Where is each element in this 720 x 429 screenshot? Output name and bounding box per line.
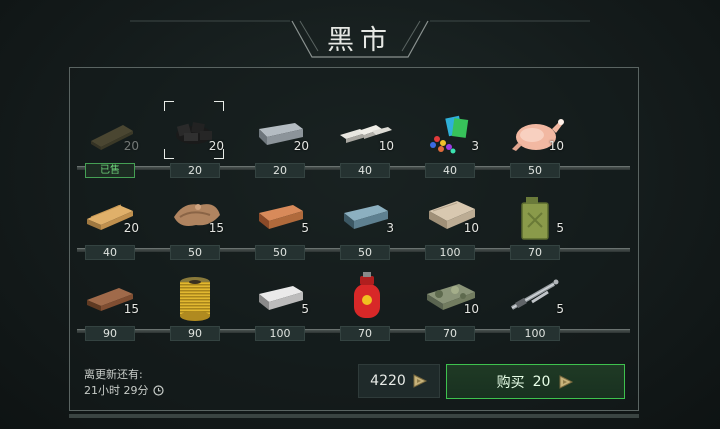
refresh-time: 21小时 29分 [84, 384, 149, 397]
refresh-timer: 21小时 29分 [84, 382, 164, 398]
item-quantity: 15 [208, 221, 224, 235]
shop-item-wooden-plank[interactable]: 20 已售 [71, 105, 149, 181]
buy-price: 20 [532, 373, 551, 390]
shop-item-camo-cloth[interactable]: 10 70 [411, 268, 489, 344]
coin-icon [413, 374, 427, 388]
item-quantity: 3 [471, 139, 479, 153]
shop-item-copper-ingot[interactable]: 5 50 [241, 187, 319, 263]
item-quantity: 10 [463, 221, 479, 235]
clock-icon [152, 384, 164, 396]
item-price: 90 [85, 326, 135, 341]
shop-item-gun-parts[interactable]: 5 100 [496, 268, 574, 344]
shop-item-fabric[interactable]: 10 100 [411, 187, 489, 263]
coin-icon [559, 374, 574, 389]
shop-item-silver-bars[interactable]: 10 40 [326, 105, 404, 181]
item-price: 20 [255, 163, 305, 178]
item-quantity: 10 [548, 139, 564, 153]
shop-item-oil-filter[interactable]: 90 [156, 268, 234, 344]
item-quantity: 5 [556, 221, 564, 235]
item-price: 100 [425, 245, 475, 260]
item-quantity: 10 [378, 139, 394, 153]
item-price: 20 [170, 163, 220, 178]
shop-item-coal[interactable]: 20 20 [156, 101, 234, 181]
item-quantity: 10 [463, 302, 479, 316]
refresh-label: 离更新还有: [84, 368, 143, 381]
bottom-rule [69, 414, 639, 418]
item-quantity: 5 [301, 302, 309, 316]
balance-display: 4220 [358, 364, 440, 398]
item-price: 50 [510, 163, 560, 178]
gas-cylinder-icon [354, 272, 380, 318]
item-quantity: 15 [123, 302, 139, 316]
item-quantity: 3 [386, 221, 394, 235]
shop-item-chicken[interactable]: 10 50 [496, 105, 574, 181]
item-price: 70 [425, 326, 475, 341]
shop-item-boards[interactable]: 20 40 [71, 187, 149, 263]
item-quantity: 20 [123, 221, 139, 235]
item-price: 100 [255, 326, 305, 341]
item-price: 40 [85, 245, 135, 260]
item-quantity: 20 [123, 139, 139, 153]
shop-item-iron-ingot[interactable]: 20 20 [241, 105, 319, 181]
item-price: 50 [170, 245, 220, 260]
shop-item-plank-brown[interactable]: 15 90 [71, 268, 149, 344]
item-price: 100 [510, 326, 560, 341]
item-price: 50 [255, 245, 305, 260]
buy-button[interactable]: 购买 20 [446, 364, 625, 399]
shop-item-gas-cylinder[interactable]: 70 [326, 268, 404, 344]
shop-item-colorful-parts[interactable]: 3 40 [411, 105, 489, 181]
balance-value: 4220 [370, 373, 406, 389]
shop-item-leather[interactable]: 15 50 [156, 187, 234, 263]
item-price: 90 [170, 326, 220, 341]
item-price: 50 [340, 245, 390, 260]
item-price: 40 [340, 163, 390, 178]
selection-frame [164, 101, 224, 159]
shop-item-jerrycan[interactable]: 5 70 [496, 187, 574, 263]
oil-filter-icon [180, 277, 210, 321]
item-price: 40 [425, 163, 475, 178]
buy-label: 购买 [496, 374, 525, 391]
page-title: 黑市 [327, 25, 393, 56]
item-quantity: 5 [301, 221, 309, 235]
item-quantity: 5 [556, 302, 564, 316]
item-price: 70 [510, 245, 560, 260]
shop-item-steel-ingot[interactable]: 3 50 [326, 187, 404, 263]
title-bar: 黑市 [0, 0, 720, 66]
item-price: 70 [340, 326, 390, 341]
shop-item-aluminum-ingot[interactable]: 5 100 [241, 268, 319, 344]
item-quantity: 20 [293, 139, 309, 153]
sold-badge: 已售 [85, 163, 135, 178]
